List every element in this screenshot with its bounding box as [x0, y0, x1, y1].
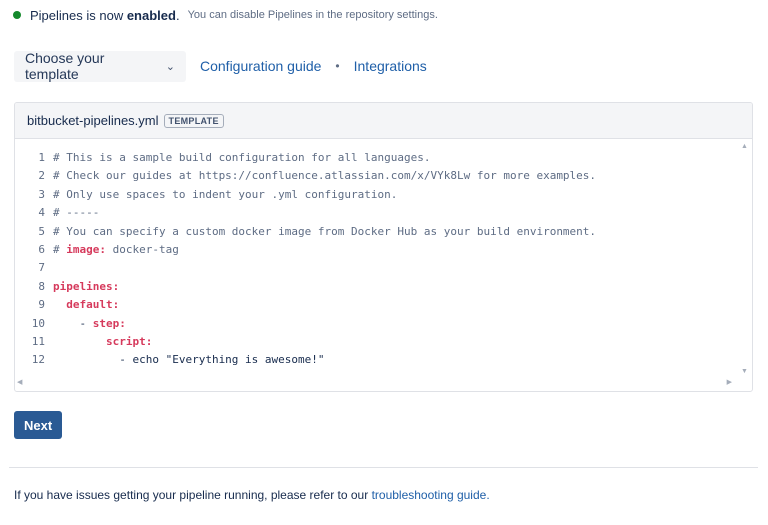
- horizontal-scrollbar[interactable]: ◀ ▶: [15, 377, 738, 391]
- code-token: # -----: [53, 206, 100, 220]
- status-enabled-dot-icon: [13, 11, 21, 19]
- divider: [9, 467, 758, 468]
- code-line: # Only use spaces to indent your .yml co…: [53, 186, 596, 204]
- line-number: 1: [38, 151, 45, 164]
- code-token: # This is a sample build configuration f…: [53, 151, 431, 164]
- code-token: # Only use spaces to indent your .yml co…: [53, 187, 398, 201]
- troubleshooting-guide-link[interactable]: troubleshooting guide.: [372, 488, 490, 502]
- line-number: 2: [38, 169, 45, 183]
- code-line: # -----: [53, 204, 596, 222]
- code-content[interactable]: # This is a sample build configuration f…: [53, 149, 596, 370]
- scroll-down-arrow-icon[interactable]: ▼: [741, 368, 748, 375]
- code-line: # You can specify a custom docker image …: [53, 223, 596, 241]
- line-number: 6: [38, 242, 45, 256]
- template-select-dropdown[interactable]: Choose your template ⌄: [14, 50, 186, 82]
- line-number: 7: [38, 261, 45, 275]
- separator-dot: •: [335, 59, 340, 73]
- status-note: You can disable Pipelines in the reposit…: [187, 9, 438, 21]
- code-token: #: [53, 242, 67, 256]
- code-line: script:: [53, 333, 596, 351]
- status-emphasis: enabled: [126, 7, 176, 23]
- template-toolbar: Choose your template ⌄ Configuration gui…: [14, 50, 427, 82]
- code-token: - echo "Everything is awesome!": [53, 353, 325, 367]
- template-badge: TEMPLATE: [163, 113, 224, 128]
- editor-filename: bitbucket-pipelines.yml: [27, 113, 159, 128]
- code-token: -: [53, 316, 93, 330]
- line-number: 10: [31, 316, 45, 330]
- code-line: pipelines:: [53, 278, 596, 296]
- code-token: docker-tag: [106, 242, 179, 256]
- line-number: 12: [31, 353, 45, 367]
- line-number: 4: [38, 206, 45, 220]
- code-token: script:: [105, 334, 153, 348]
- code-token: default:: [66, 298, 120, 312]
- code-token: # You can specify a custom docker image …: [53, 224, 597, 238]
- pipelines-status: Pipelines is now enabled. You can disabl…: [13, 6, 438, 24]
- line-number: 8: [38, 279, 45, 293]
- line-number-gutter: 1 2 3 4 5 6 7 8 9 10 11 12: [15, 149, 45, 370]
- code-line: # This is a sample build configuration f…: [53, 149, 596, 167]
- code-line: - echo "Everything is awesome!": [53, 351, 596, 369]
- scroll-up-arrow-icon[interactable]: ▲: [741, 143, 748, 150]
- code-line: default:: [53, 296, 596, 314]
- yaml-editor: bitbucket-pipelines.yml TEMPLATE 1234567…: [14, 102, 753, 392]
- footer-text: If you have issues getting your pipeline…: [14, 488, 372, 502]
- line-number: 3: [38, 187, 45, 201]
- code-token: step:: [92, 316, 126, 330]
- editor-header: bitbucket-pipelines.yml TEMPLATE: [15, 103, 752, 139]
- code-token: image:: [66, 242, 106, 256]
- line-number: 9: [38, 298, 45, 312]
- code-line: # Check our guides at https://confluence…: [53, 167, 596, 185]
- integrations-link[interactable]: Integrations: [354, 58, 427, 74]
- scroll-right-arrow-icon[interactable]: ▶: [727, 378, 732, 386]
- code-area[interactable]: 1 2 3 4 5 6 7 8 9 10 11 12 # This is a sample build…: [15, 139, 752, 391]
- vertical-scrollbar[interactable]: ▲ ▼: [738, 139, 752, 377]
- line-number: 11: [31, 334, 45, 348]
- code-token: # Check our guides at https://confluence…: [53, 169, 597, 183]
- code-token: pipelines:: [53, 279, 120, 293]
- scroll-left-arrow-icon[interactable]: ◀: [17, 378, 22, 386]
- code-line: # image: docker-tag: [53, 241, 596, 259]
- footer-help: If you have issues getting your pipeline…: [14, 488, 490, 502]
- configuration-guide-link[interactable]: Configuration guide: [200, 58, 321, 74]
- template-select-label: Choose your template: [25, 50, 105, 82]
- code-line: - step:: [53, 315, 596, 333]
- status-message: Pipelines is now enabled.: [30, 7, 180, 23]
- line-number: 5: [38, 224, 45, 238]
- next-button[interactable]: Next: [14, 411, 63, 439]
- chevron-down-icon: ⌄: [165, 60, 175, 73]
